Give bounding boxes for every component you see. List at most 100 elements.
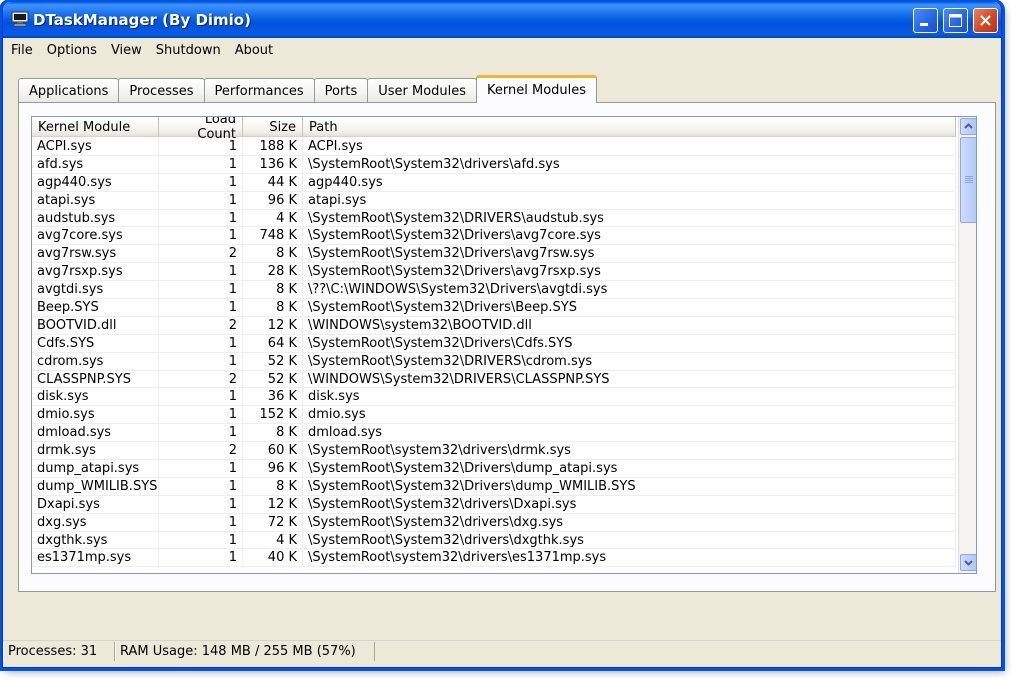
tab-performances[interactable]: Performances <box>203 78 315 103</box>
menu-bar: File Options View Shutdown About <box>3 38 1001 62</box>
cell-size: 36 K <box>243 388 303 406</box>
status-ram-usage: RAM Usage: 148 MB / 255 MB (57%) <box>115 642 375 661</box>
tab-kernel-modules[interactable]: Kernel Modules <box>476 75 598 103</box>
cell-path: \SystemRoot\System32\Drivers\avg7rsxp.sy… <box>303 263 956 281</box>
table-row[interactable]: atapi.sys 1 96 Katapi.sys <box>32 191 956 210</box>
scroll-down-button[interactable] <box>960 554 976 571</box>
cell-path: \SystemRoot\system32\drivers\es1371mp.sy… <box>303 549 956 567</box>
cell-load-count: 1 <box>159 424 243 442</box>
computer-icon[interactable] <box>11 11 29 27</box>
table-row[interactable]: avg7rsw.sys 2 8 K \SystemRoot\System32\Driv… <box>32 245 956 264</box>
table-row[interactable]: afd.sys 1 136 K \SystemRoot\System32\driver… <box>32 155 956 174</box>
table-row[interactable]: drmk.sys 2 60 K \SystemRoot\system32\driver… <box>32 442 956 461</box>
cell-size: 4 K <box>243 209 303 227</box>
cell-size: 188 K <box>243 138 303 155</box>
maximize-button[interactable] <box>943 8 968 33</box>
list-header: Kernel Module Load Count Size Path <box>32 117 956 142</box>
cell-kernel-module: ACPI.sys <box>32 138 159 155</box>
tab-ports[interactable]: Ports <box>313 78 369 103</box>
scroll-thumb[interactable] <box>960 137 976 223</box>
cell-size: 8 K <box>243 477 303 495</box>
cell-kernel-module: Dxapi.sys <box>32 495 159 513</box>
table-row[interactable]: avg7rsxp.sys 1 28 K \SystemRoot\System32\Dr… <box>32 263 956 282</box>
cell-kernel-module: avg7rsw.sys <box>32 245 159 263</box>
menu-view[interactable]: View <box>111 43 142 58</box>
list-body: ACPI.sys 1 188 K ACPI.sys afd.sys 1 136 K \Syst… <box>32 138 956 568</box>
cell-load-count: 1 <box>159 281 243 299</box>
cell-path: \WINDOWS\system32\BOOTVID.dll <box>303 316 956 334</box>
cell-kernel-module: avg7core.sys <box>32 227 159 245</box>
cell-load-count: 1 <box>159 388 243 406</box>
menu-about[interactable]: About <box>235 43 273 58</box>
cell-size: 8 K <box>243 245 303 263</box>
column-header-size[interactable]: Size <box>243 117 303 137</box>
close-button[interactable] <box>973 8 998 33</box>
scroll-up-button[interactable] <box>960 118 976 135</box>
cell-kernel-module: cdrom.sys <box>32 352 159 370</box>
cell-load-count: 1 <box>159 173 243 191</box>
cell-path: \SystemRoot\System32\Drivers\dump_atapi.… <box>303 460 956 477</box>
cell-load-count: 1 <box>159 334 243 352</box>
column-header-kernel-module[interactable]: Kernel Module <box>32 117 159 137</box>
title-bar[interactable]: DTaskManager (By Dimio) <box>3 2 1001 38</box>
cell-path: \SystemRoot\System32\drivers\dxgthk.sys <box>303 531 956 549</box>
table-row[interactable]: BOOTVID.dll 2 12 K \WINDOWS\system32\BOOTVI… <box>32 316 956 335</box>
table-row[interactable]: dmload.sys 1 8 Kdmload.sys <box>32 424 956 443</box>
kernel-modules-panel: Kernel Module Load Count Size Path ACPI.… <box>18 102 996 592</box>
status-bar: Processes: 31 RAM Usage: 148 MB / 255 MB… <box>3 640 1001 662</box>
table-row[interactable]: cdrom.sys 1 52 K \SystemRoot\System32\DRIVE… <box>32 352 956 371</box>
table-row[interactable]: audstub.sys 1 4 K \SystemRoot\System32\DRIV… <box>32 209 956 228</box>
table-row[interactable]: Dxapi.sys 1 12 K \SystemRoot\System32\drive… <box>32 495 956 514</box>
cell-kernel-module: BOOTVID.dll <box>32 316 159 334</box>
table-row[interactable]: disk.sys 1 36 Kdisk.sys <box>32 388 956 407</box>
cell-path: \SystemRoot\System32\Drivers\Beep.SYS <box>303 299 956 316</box>
menu-shutdown[interactable]: Shutdown <box>156 43 221 58</box>
cell-size: 72 K <box>243 513 303 531</box>
cell-size: 12 K <box>243 495 303 513</box>
cell-size: 28 K <box>243 263 303 281</box>
cell-size: 12 K <box>243 316 303 334</box>
table-row[interactable]: dxg.sys 1 72 K \SystemRoot\System32\drivers… <box>32 513 956 532</box>
cell-path: \SystemRoot\System32\Drivers\avg7core.sy… <box>303 227 956 245</box>
cell-path: \SystemRoot\System32\DRIVERS\cdrom.sys <box>303 352 956 370</box>
cell-kernel-module: CLASSPNP.SYS <box>32 370 159 388</box>
cell-load-count: 1 <box>159 227 243 245</box>
tab-applications[interactable]: Applications <box>18 78 120 103</box>
table-row[interactable]: dump_atapi.sys 1 96 K \SystemRoot\System32\… <box>32 460 956 478</box>
cell-path: \SystemRoot\System32\Drivers\Cdfs.SYS <box>303 334 956 352</box>
cell-kernel-module: audstub.sys <box>32 209 159 227</box>
table-row[interactable]: ACPI.sys 1 188 K ACPI.sys <box>32 138 956 156</box>
cell-load-count: 2 <box>159 370 243 388</box>
cell-path: agp440.sys <box>303 173 956 191</box>
tab-user-modules[interactable]: User Modules <box>367 78 478 103</box>
table-row[interactable]: CLASSPNP.SYS 2 52 K \WINDOWS\System32\DRIVE… <box>32 370 956 389</box>
table-row[interactable]: dmio.sys 1 152 Kdmio.sys <box>32 406 956 425</box>
menu-file[interactable]: File <box>11 43 33 58</box>
column-header-load-count[interactable]: Load Count <box>159 117 243 142</box>
cell-size: 96 K <box>243 460 303 477</box>
cell-load-count: 1 <box>159 531 243 549</box>
table-row[interactable]: avg7core.sys 1 748 K \SystemRoot\System32\D… <box>32 227 956 246</box>
cell-kernel-module: Beep.SYS <box>32 299 159 316</box>
tab-processes[interactable]: Processes <box>118 78 205 103</box>
cell-kernel-module: Cdfs.SYS <box>32 334 159 352</box>
cell-path: \WINDOWS\System32\DRIVERS\CLASSPNP.SYS <box>303 370 956 388</box>
table-row[interactable]: agp440.sys 1 44 Kagp440.sys <box>32 173 956 192</box>
table-row[interactable]: Cdfs.SYS 1 64 K \SystemRoot\System32\Driver… <box>32 334 956 353</box>
table-row[interactable]: dxgthk.sys 1 4 K \SystemRoot\System32\drive… <box>32 531 956 550</box>
cell-load-count: 1 <box>159 299 243 316</box>
cell-kernel-module: dump_WMILIB.SYS <box>32 477 159 495</box>
minimize-button[interactable] <box>913 8 938 33</box>
table-row[interactable]: avgtdi.sys 1 8 K \??\C:\WINDOWS\System32\Dr… <box>32 281 956 300</box>
menu-options[interactable]: Options <box>47 43 97 58</box>
cell-size: 40 K <box>243 549 303 567</box>
cell-load-count: 1 <box>159 191 243 209</box>
column-header-path[interactable]: Path <box>303 117 956 137</box>
table-row[interactable]: es1371mp.sys 1 40 K \SystemRoot\system32\dr… <box>32 549 956 568</box>
table-row[interactable]: Beep.SYS 1 8 K \SystemRoot\System32\Drivers… <box>32 299 956 317</box>
kernel-modules-list[interactable]: Kernel Module Load Count Size Path ACPI.… <box>31 116 977 574</box>
cell-path: atapi.sys <box>303 191 956 209</box>
vertical-scrollbar[interactable] <box>958 117 976 573</box>
table-row[interactable]: dump_WMILIB.SYS 1 8 K \SystemRoot\System32\… <box>32 477 956 496</box>
cell-size: 60 K <box>243 442 303 460</box>
